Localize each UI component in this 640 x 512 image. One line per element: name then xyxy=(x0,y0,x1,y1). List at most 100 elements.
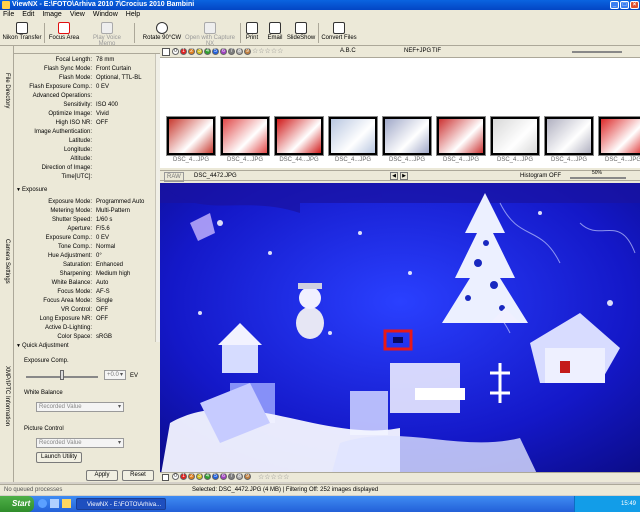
thumbnail[interactable] xyxy=(436,116,486,156)
rotate-icon xyxy=(156,22,168,34)
filter-icon[interactable] xyxy=(162,48,170,56)
label-dot[interactable]: 3 xyxy=(196,48,203,55)
taskbar-viewnx-label: ViewNX - E:\FOTO\Arhiva... xyxy=(87,502,162,508)
exposure-row: Aperture: F/5.6 xyxy=(14,225,154,233)
menu-view[interactable]: View xyxy=(70,10,85,20)
format-filter[interactable]: NEF+JPG xyxy=(404,48,431,54)
label-dot[interactable]: 8 xyxy=(236,473,243,480)
label-dot[interactable]: 0 xyxy=(172,48,179,55)
label-dot[interactable]: 8 xyxy=(236,48,243,55)
label-dot[interactable]: 7 xyxy=(228,48,235,55)
rating-filter[interactable]: ☆☆☆☆☆ xyxy=(252,47,283,55)
exposure-key: Shutter Speed: xyxy=(51,217,92,223)
thumbnail[interactable] xyxy=(490,116,540,156)
label-tool-icon[interactable] xyxy=(162,474,169,481)
minimize-button[interactable]: _ xyxy=(610,1,619,9)
thumbnail[interactable] xyxy=(382,116,432,156)
reset-button[interactable]: Reset xyxy=(122,470,154,481)
tab-xmp-iptc[interactable]: XMP/IPTC Information xyxy=(1,346,13,446)
label-dot[interactable]: 1 xyxy=(180,473,187,480)
slideshow-button[interactable]: SlideShow xyxy=(286,21,316,45)
thumbnail-image xyxy=(439,119,483,153)
quicklaunch-ie-icon[interactable] xyxy=(38,499,47,508)
thumbnail-size-slider[interactable] xyxy=(572,51,622,53)
exposure-row: Shutter Speed: 1/60 s xyxy=(14,216,154,224)
menu-edit[interactable]: Edit xyxy=(22,10,34,20)
exposure-key: Long Exposure NR: xyxy=(39,316,92,322)
menu-file[interactable]: File xyxy=(3,10,14,20)
close-button[interactable]: × xyxy=(630,1,639,9)
exposure-row: Active D-Lighting: xyxy=(14,324,154,332)
label-dot[interactable]: 5 xyxy=(212,48,219,55)
thumbnail[interactable] xyxy=(598,116,640,156)
start-button[interactable]: Start xyxy=(0,496,34,512)
thumbnail[interactable] xyxy=(274,116,324,156)
tab-camera-settings[interactable]: Camera Settings xyxy=(1,226,13,296)
zoom-slider[interactable] xyxy=(570,177,626,179)
exposure-comp-label: Exposure Comp. xyxy=(24,358,69,364)
rating-buttons[interactable]: ☆☆☆☆☆ xyxy=(258,473,289,481)
raw-badge: RAW xyxy=(164,172,184,182)
quicklaunch-desktop-icon[interactable] xyxy=(50,499,59,508)
menu-window[interactable]: Window xyxy=(93,10,118,20)
menu-help[interactable]: Help xyxy=(126,10,140,20)
label-dot[interactable]: 1 xyxy=(180,48,187,55)
exposure-row: Focus Area Mode: Single xyxy=(14,297,154,305)
open-capture-nx-button[interactable]: Open with Capture NX xyxy=(180,21,240,47)
label-dot[interactable]: 2 xyxy=(188,48,195,55)
apply-button[interactable]: Apply xyxy=(86,470,118,481)
launch-utility-button[interactable]: Launch Utility xyxy=(36,452,82,463)
label-dot[interactable]: 6 xyxy=(220,48,227,55)
taskbar-viewnx[interactable]: ViewNX - E:\FOTO\Arhiva... xyxy=(76,498,166,510)
quick-adjustment-header[interactable]: Quick Adjustment xyxy=(16,342,154,351)
next-image-button[interactable]: ▶ xyxy=(400,172,408,180)
white-balance-select[interactable]: Recorded Value xyxy=(36,402,124,412)
thumbnail[interactable] xyxy=(328,116,378,156)
label-dot[interactable]: 5 xyxy=(212,473,219,480)
thumbnail[interactable] xyxy=(544,116,594,156)
exposure-value: Single xyxy=(96,298,113,304)
info-row: Flash Sync Mode: Front Curtain xyxy=(14,65,154,73)
label-dot[interactable]: 4 xyxy=(204,473,211,480)
email-button[interactable]: Email xyxy=(264,21,286,45)
image-viewer[interactable] xyxy=(160,183,640,480)
maximize-button[interactable]: □ xyxy=(620,1,629,9)
label-dot[interactable]: 6 xyxy=(220,473,227,480)
exposure-value: OFF xyxy=(96,307,108,313)
info-key: Optimize Image: xyxy=(48,111,92,117)
picture-control-select[interactable]: Recorded Value xyxy=(36,438,124,448)
nikon-transfer-button[interactable]: Nikon Transfer xyxy=(2,21,42,45)
thumbnail-image xyxy=(331,119,375,153)
quicklaunch-folder-icon[interactable] xyxy=(62,499,71,508)
label-dot[interactable]: 9 xyxy=(244,473,251,480)
label-dot[interactable]: 7 xyxy=(228,473,235,480)
label-dot[interactable]: 2 xyxy=(188,473,195,480)
info-key: Direction of Image: xyxy=(41,165,92,171)
side-tab-strip: File Directory Camera Settings XMP/IPTC … xyxy=(0,46,14,482)
exposure-key: Tone Comp.: xyxy=(57,244,92,250)
focus-area-button[interactable]: Focus Area xyxy=(46,21,82,45)
info-row: High ISO NR: OFF xyxy=(14,119,154,127)
exposure-section-header[interactable]: Exposure xyxy=(16,186,154,195)
exposure-slider-thumb[interactable] xyxy=(60,370,64,380)
previous-image-button[interactable]: ◀ xyxy=(390,172,398,180)
exposure-value-field[interactable]: +0.0 xyxy=(104,370,126,380)
convert-files-button[interactable]: Convert Files xyxy=(320,21,358,45)
abc-sort[interactable]: A.B.C xyxy=(340,48,356,54)
label-dot[interactable]: 9 xyxy=(244,48,251,55)
label-dot[interactable]: 4 xyxy=(204,48,211,55)
tab-file-directory[interactable]: File Directory xyxy=(1,56,13,126)
label-dot[interactable]: 0 xyxy=(172,473,179,480)
play-voice-memo-button[interactable]: Play Voice Memo xyxy=(84,21,130,47)
info-row: Latitude: xyxy=(14,137,154,145)
label-dot[interactable]: 3 xyxy=(196,473,203,480)
thumbnail[interactable] xyxy=(166,116,216,156)
menu-image[interactable]: Image xyxy=(42,10,61,20)
thumbnail[interactable] xyxy=(220,116,270,156)
exposure-value: OFF xyxy=(96,316,108,322)
histogram-toggle[interactable]: Histogram OFF xyxy=(520,171,561,181)
print-button[interactable]: Print xyxy=(242,21,262,45)
info-value: Vivid xyxy=(96,111,109,117)
queue-status: No queued processes xyxy=(4,487,63,493)
tif-filter[interactable]: TIF xyxy=(432,48,441,54)
